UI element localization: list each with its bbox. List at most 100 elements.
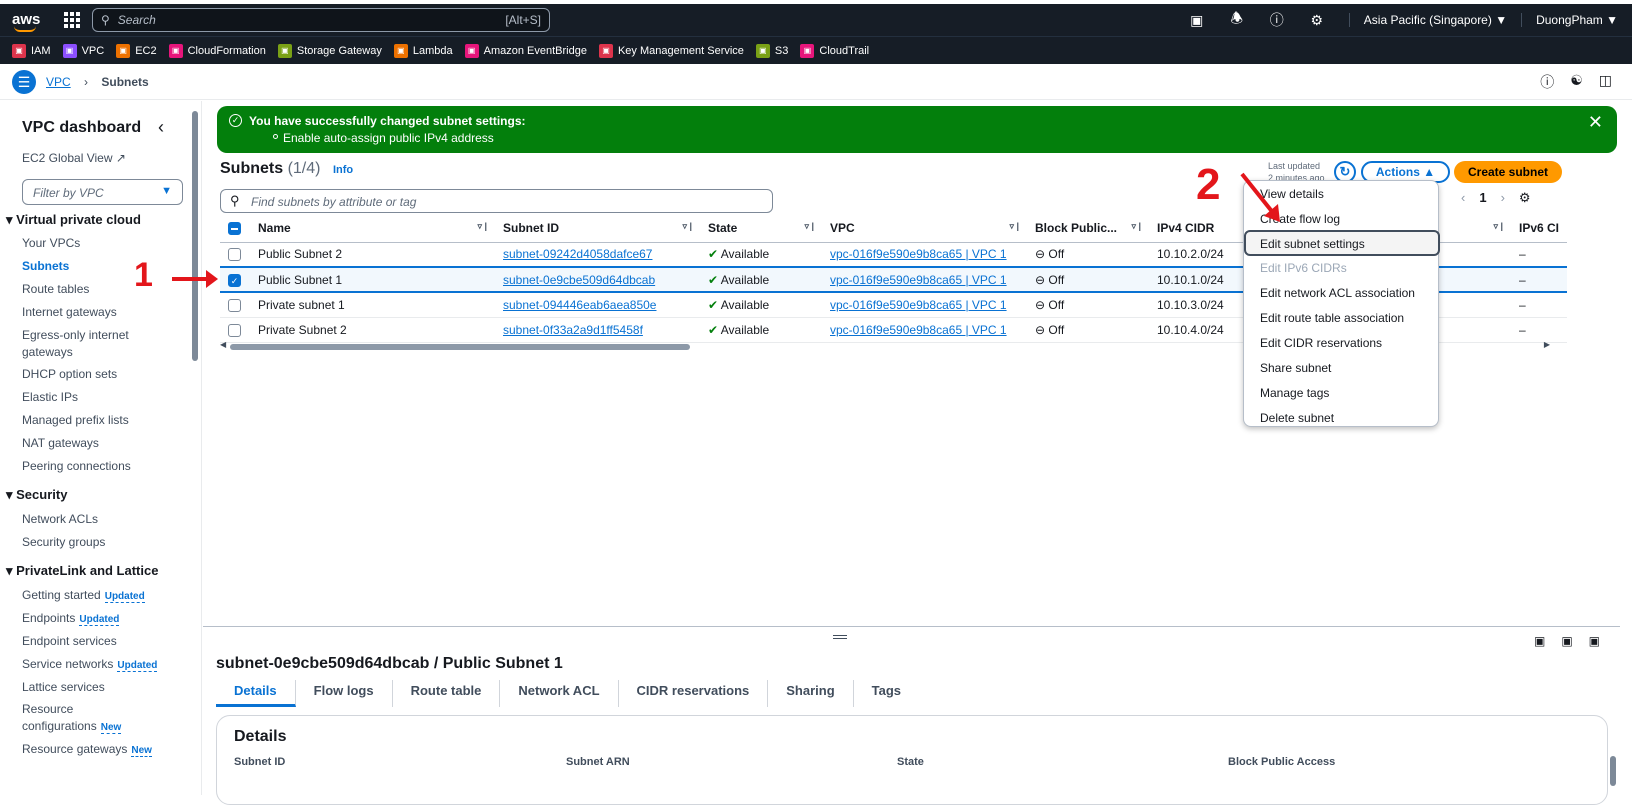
sort-icon[interactable]: ▿ | — [1131, 221, 1141, 232]
breadcrumb-vpc[interactable]: VPC — [46, 75, 71, 89]
vpc-link[interactable]: vpc-016f9e590e9b8ca65 | VPC 1 — [830, 323, 1007, 337]
col-subnet-id[interactable]: Subnet ID ▿ | — [495, 214, 700, 243]
account-menu[interactable]: DuongPham ▼ — [1521, 13, 1632, 27]
menu-item-share-subnet[interactable]: Share subnet — [1260, 361, 1331, 375]
section-privatelink[interactable]: ▾ PrivateLink and Lattice — [6, 563, 158, 579]
details-scrollbar[interactable] — [1610, 756, 1616, 786]
preferences-gear-icon[interactable]: ⚙ — [1519, 190, 1531, 206]
find-subnets-input[interactable]: ⚲ Find subnets by attribute or tag — [220, 189, 773, 213]
info-icon[interactable]: ⓘ — [1540, 72, 1554, 92]
sidebar-item-lattice-services[interactable]: Lattice services — [22, 679, 105, 696]
menu-item-edit-route-table[interactable]: Edit route table association — [1260, 311, 1404, 325]
info-link[interactable]: Info — [333, 164, 353, 176]
sort-icon[interactable]: ▿ | — [804, 221, 814, 232]
select-all-checkbox[interactable] — [228, 221, 241, 235]
row-checkbox[interactable] — [228, 298, 241, 312]
sidebar-item-resource-configurations[interactable]: Resource configurations New — [22, 701, 142, 736]
tab-flow-logs[interactable]: Flow logs — [296, 680, 393, 707]
sidebar-item-prefix-lists[interactable]: Managed prefix lists — [22, 412, 129, 429]
bell-icon[interactable]: 🕭 — [1217, 8, 1257, 32]
favorite-iam[interactable]: ▣ IAM — [12, 43, 51, 58]
scroll-right-icon[interactable]: ▶ — [1544, 340, 1550, 349]
sidebar-item-security-groups[interactable]: Security groups — [22, 534, 105, 551]
section-security[interactable]: ▾ Security — [6, 487, 67, 503]
tab-details[interactable]: Details — [216, 680, 296, 707]
col-block-public[interactable]: Block Public... ▿ | — [1027, 214, 1149, 243]
page-number[interactable]: 1 — [1479, 190, 1486, 206]
subnet-id-link[interactable]: subnet-094446eab6aea850e — [503, 298, 656, 312]
row-checkbox-checked[interactable]: ✓ — [228, 273, 241, 287]
collapse-sidebar-icon[interactable]: ‹ — [158, 117, 164, 138]
sidebar-scrollbar[interactable] — [192, 111, 198, 361]
subnet-id-link[interactable]: subnet-0e9cbe509d64dbcab — [503, 273, 655, 287]
menu-item-edit-subnet-settings[interactable]: Edit subnet settings — [1244, 230, 1440, 256]
tab-route-table[interactable]: Route table — [393, 680, 501, 707]
sidebar-item-service-networks[interactable]: Service networks Updated — [22, 656, 158, 674]
sidebar-item-nat-gateways[interactable]: NAT gateways — [22, 435, 99, 452]
gear-icon[interactable]: ⚙ — [1297, 12, 1337, 29]
sidebar-item-route-tables[interactable]: Route tables — [22, 281, 89, 298]
menu-item-manage-tags[interactable]: Manage tags — [1260, 386, 1329, 400]
favorite-s3[interactable]: ▣ S3 — [755, 43, 788, 58]
favorite-ec2[interactable]: ▣ EC2 — [116, 43, 157, 58]
panel-bottom-icon[interactable]: ▣ — [1534, 634, 1545, 648]
panel-side-icon[interactable]: ▣ — [1561, 634, 1572, 648]
subnet-id-link[interactable]: subnet-09242d4058dafce67 — [503, 247, 652, 261]
vpc-filter-select[interactable]: Filter by VPC ▼ — [22, 179, 183, 205]
favorite-storage-gateway[interactable]: ▣ Storage Gateway — [277, 43, 382, 58]
col-ipv6-cidr[interactable]: IPv6 CI — [1511, 214, 1568, 243]
favorite-cloudformation[interactable]: ▣ CloudFormation — [168, 43, 266, 58]
favorite-amazon-eventbridge[interactable]: ▣ Amazon EventBridge — [464, 43, 587, 58]
sidebar-item-egress-only[interactable]: Egress-only internet gateways — [22, 327, 142, 361]
sort-icon[interactable]: ▿ | — [1009, 221, 1019, 232]
feedback-icon[interactable]: ◫ — [1599, 72, 1612, 92]
sidebar-title[interactable]: VPC dashboard — [22, 119, 141, 137]
sidebar-item-elastic-ips[interactable]: Elastic IPs — [22, 389, 78, 406]
menu-item-edit-network-acl[interactable]: Edit network ACL association — [1260, 286, 1415, 300]
favorite-cloudtrail[interactable]: ▣ CloudTrail — [800, 43, 869, 58]
row-checkbox[interactable] — [228, 248, 241, 262]
sidebar-item-endpoint-services[interactable]: Endpoint services — [22, 633, 117, 650]
sidebar-item-endpoints[interactable]: Endpoints Updated — [22, 610, 120, 628]
vpc-link[interactable]: vpc-016f9e590e9b8ca65 | VPC 1 — [830, 247, 1007, 261]
sidebar-item-your-vpcs[interactable]: Your VPCs — [22, 235, 80, 252]
search-input[interactable]: ⚲ Search [Alt+S] — [92, 8, 550, 32]
favorite-vpc[interactable]: ▣ VPC — [62, 43, 104, 58]
sidebar-ec2-global-view[interactable]: EC2 Global View ↗ — [22, 151, 126, 165]
subnet-id-link[interactable]: subnet-0f33a2a9d1ff5458f — [503, 323, 643, 337]
sidebar-item-network-acls[interactable]: Network ACLs — [22, 511, 98, 528]
create-subnet-button[interactable]: Create subnet — [1454, 161, 1562, 183]
col-state[interactable]: State ▿ | — [700, 214, 822, 243]
close-icon[interactable]: ✕ — [1588, 112, 1603, 133]
menu-icon[interactable]: ☰ — [12, 69, 36, 94]
services-grid-icon[interactable] — [64, 12, 80, 28]
scroll-left-icon[interactable]: ◀ — [220, 340, 226, 349]
col-name[interactable]: Name ▿ | — [250, 214, 495, 243]
next-page-icon[interactable]: › — [1501, 190, 1505, 206]
sort-icon[interactable]: ▿ | — [477, 221, 487, 232]
sidebar-item-subnets[interactable]: Subnets — [22, 258, 69, 275]
panel-float-icon[interactable]: ▣ — [1589, 634, 1600, 648]
sidebar-item-resource-gateways[interactable]: Resource gateways New — [22, 741, 152, 759]
favorite-lambda[interactable]: ▣ Lambda — [393, 43, 453, 58]
vpc-link[interactable]: vpc-016f9e590e9b8ca65 | VPC 1 — [830, 298, 1007, 312]
region-selector[interactable]: Asia Pacific (Singapore) ▼ — [1348, 13, 1521, 27]
aws-logo[interactable]: aws — [12, 12, 42, 32]
notifications-icon[interactable]: ☯ — [1570, 72, 1583, 92]
cloudshell-icon[interactable]: ▣ — [1177, 12, 1217, 29]
vpc-link[interactable]: vpc-016f9e590e9b8ca65 | VPC 1 — [830, 273, 1007, 287]
resize-handle[interactable] — [833, 635, 847, 639]
section-virtual-private-cloud[interactable]: ▾ Virtual private cloud — [6, 212, 141, 228]
tab-sharing[interactable]: Sharing — [768, 680, 854, 707]
sidebar-item-internet-gateways[interactable]: Internet gateways — [22, 304, 117, 321]
prev-page-icon[interactable]: ‹ — [1461, 190, 1465, 206]
row-checkbox[interactable] — [228, 323, 241, 337]
scrollbar-thumb[interactable] — [230, 344, 690, 350]
sidebar-item-dhcp[interactable]: DHCP option sets — [22, 366, 117, 383]
sidebar-item-peering[interactable]: Peering connections — [22, 458, 131, 475]
favorite-key-management-service[interactable]: ▣ Key Management Service — [598, 43, 744, 58]
tab-tags[interactable]: Tags — [854, 680, 919, 707]
help-icon[interactable]: ⓘ — [1257, 10, 1297, 30]
menu-item-edit-cidr-reservations[interactable]: Edit CIDR reservations — [1260, 336, 1382, 350]
sidebar-item-getting-started[interactable]: Getting started Updated — [22, 587, 145, 605]
